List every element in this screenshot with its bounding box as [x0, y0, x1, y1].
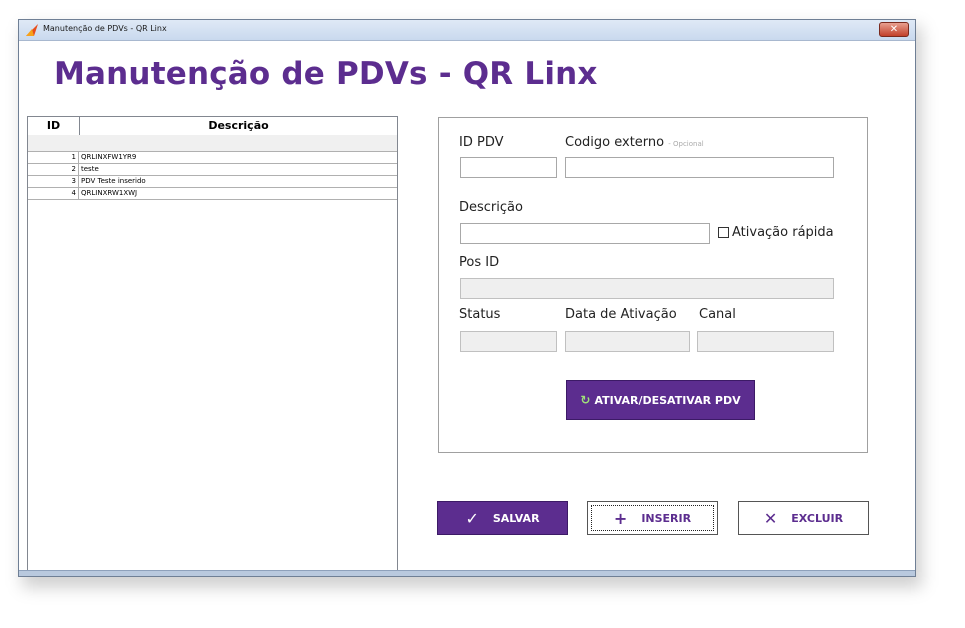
- close-icon: ✕: [889, 23, 899, 35]
- activation-date-input[interactable]: [565, 331, 690, 352]
- grid-filter-row: [28, 135, 397, 152]
- cell-description: QRLINXFW1YR9: [81, 153, 137, 161]
- window-bottom-border: [19, 570, 915, 576]
- save-button[interactable]: ✓ SALVAR: [437, 501, 568, 535]
- cell-id: 1: [28, 152, 79, 163]
- id-pdv-label: ID PDV: [459, 135, 504, 150]
- window-title: Manutenção de PDVs - QR Linx: [43, 24, 167, 33]
- check-icon: ✓: [465, 508, 479, 528]
- quick-activation-label: Ativação rápida: [732, 225, 834, 240]
- checkbox-box[interactable]: [718, 227, 729, 238]
- cell-description: PDV Teste inserido: [81, 177, 146, 185]
- table-row[interactable]: 4 QRLINXRW1XWJ: [28, 188, 397, 200]
- grid-header: ID Descrição: [28, 117, 397, 136]
- external-code-label: Codigo externo - Opcional: [565, 135, 704, 150]
- page-title: Manutenção de PDVs - QR Linx: [54, 56, 598, 92]
- close-button[interactable]: ✕: [879, 22, 909, 37]
- insert-button[interactable]: + INSERIR: [587, 501, 718, 535]
- external-code-hint: - Opcional: [668, 140, 704, 148]
- cell-description: teste: [81, 165, 99, 173]
- title-bar[interactable]: Manutenção de PDVs - QR Linx ✕: [19, 20, 915, 41]
- status-input[interactable]: [460, 331, 557, 352]
- pos-id-input[interactable]: [460, 278, 834, 299]
- external-code-label-text: Codigo externo: [565, 135, 665, 150]
- channel-label: Canal: [699, 307, 736, 322]
- toggle-activation-button[interactable]: ↻ ATIVAR/DESATIVAR PDV: [566, 380, 755, 420]
- delete-button[interactable]: ✕ EXCLUIR: [738, 501, 869, 535]
- app-logo-icon: [26, 24, 38, 36]
- cell-id: 2: [28, 164, 79, 175]
- cell-description: QRLINXRW1XWJ: [81, 189, 138, 197]
- column-header-description[interactable]: Descrição: [80, 117, 397, 135]
- channel-input[interactable]: [697, 331, 834, 352]
- cell-id: 3: [28, 176, 79, 187]
- pos-id-label: Pos ID: [459, 255, 500, 270]
- focus-ring: [591, 505, 714, 531]
- toggle-activation-label: ATIVAR/DESATIVAR PDV: [594, 393, 741, 407]
- save-label: SALVAR: [492, 511, 540, 525]
- id-pdv-input[interactable]: [460, 157, 557, 178]
- refresh-icon: ↻: [580, 393, 591, 407]
- column-header-id[interactable]: ID: [28, 117, 80, 135]
- delete-label: EXCLUIR: [791, 511, 844, 525]
- table-row[interactable]: 2 teste: [28, 164, 397, 176]
- pdv-details-panel: ID PDV Codigo externo - Opcional Descriç…: [438, 117, 868, 453]
- status-label: Status: [459, 307, 501, 322]
- table-row[interactable]: 3 PDV Teste inserido: [28, 176, 397, 188]
- external-code-input[interactable]: [565, 157, 834, 178]
- table-row[interactable]: 1 QRLINXFW1YR9: [28, 152, 397, 164]
- grid-rows: 1 QRLINXFW1YR9 2 teste 3 PDV Teste inser…: [28, 152, 397, 200]
- description-input[interactable]: [460, 223, 710, 244]
- activation-date-label: Data de Ativação: [565, 307, 677, 322]
- quick-activation-checkbox[interactable]: Ativação rápida: [718, 225, 834, 240]
- app-window: Manutenção de PDVs - QR Linx ✕ Manutençã…: [18, 19, 916, 577]
- pdv-grid[interactable]: ID Descrição 1 QRLINXFW1YR9 2 teste 3 PD…: [27, 116, 398, 571]
- cell-id: 4: [28, 188, 79, 199]
- description-label: Descrição: [459, 200, 523, 215]
- x-icon: ✕: [763, 508, 778, 528]
